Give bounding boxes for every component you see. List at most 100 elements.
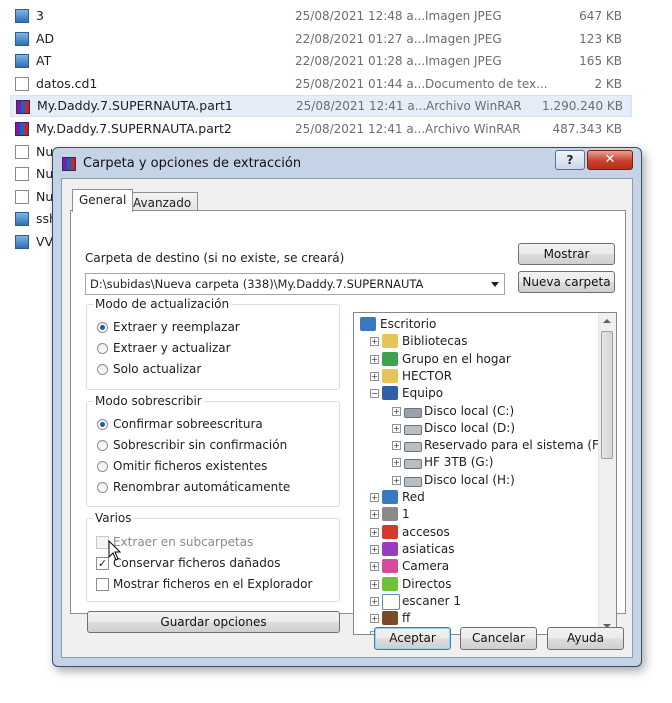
file-date: 25/08/2021 12:41 a...	[295, 122, 426, 136]
misc-checkbox-2[interactable]	[96, 578, 109, 591]
folder-tree[interactable]: Escritorio + Bibliotecas + Grupo en el hogar…	[353, 312, 617, 635]
overwrite-mode-title: Modo sobrescribir	[93, 394, 204, 408]
misc-option-label: Extraer en subcarpetas	[113, 535, 254, 549]
image-icon	[15, 9, 29, 23]
tab-general[interactable]: General	[72, 189, 134, 212]
file-name: My.Daddy.7.SUPERNAUTA.part2	[36, 121, 232, 136]
help-button[interactable]: Ayuda	[547, 627, 624, 650]
tree-item-label: Red	[402, 490, 425, 504]
file-row[interactable]: My.Daddy.7.SUPERNAUTA.part2 25/08/2021 12…	[10, 118, 630, 140]
save-options-button[interactable]: Guardar opciones	[87, 611, 340, 633]
image-icon	[15, 54, 29, 69]
expand-icon[interactable]: +	[370, 562, 379, 572]
update_mode-radio-2[interactable]	[97, 364, 108, 375]
overwrite_mode-radio-1[interactable]	[97, 440, 108, 451]
document-icon	[15, 144, 29, 159]
expand-icon[interactable]: +	[370, 544, 379, 554]
misc-group: Varios Extraer en subcarpetas ✓ Conservar …	[86, 511, 340, 602]
title-bar[interactable]: Carpeta y opciones de extracción ? ✕	[53, 148, 641, 178]
update_mode-radio-0[interactable]	[97, 322, 108, 333]
file-name: AD	[36, 30, 55, 46]
drive-icon	[404, 442, 422, 453]
tree-item-label: Directos	[402, 576, 452, 591]
tree-item-label: Disco local (H:)	[424, 472, 515, 487]
tree-scrollbar[interactable]	[598, 313, 616, 634]
expand-icon[interactable]: +	[370, 354, 379, 364]
file-row[interactable]: AT 22/08/2021 01:28 a... Imagen JPEG 165 KB	[10, 50, 630, 72]
update_mode-option-label[interactable]: Extraer y reemplazar	[113, 320, 240, 334]
tree-item-label: Camera	[402, 559, 450, 574]
overwrite_mode-radio-2[interactable]	[97, 461, 108, 472]
ok-button[interactable]: Aceptar	[374, 627, 451, 650]
file-name: 3	[36, 8, 44, 23]
expand-icon[interactable]: +	[370, 614, 379, 624]
expand-icon[interactable]: +	[392, 458, 401, 468]
expand-icon[interactable]: +	[370, 596, 379, 606]
expand-icon[interactable]: +	[370, 527, 379, 537]
show-button[interactable]: Mostrar	[518, 243, 615, 265]
misc-title: Varios	[93, 511, 134, 525]
file-type: Imagen JPEG	[425, 31, 502, 46]
tree-item-label: HF 3TB (G:)	[424, 455, 494, 470]
file-size: 1.290.240 KB	[542, 99, 623, 114]
overwrite_mode-option-label[interactable]: Confirmar sobreescritura	[113, 417, 263, 431]
winrar-icon	[16, 100, 30, 115]
file-name: datos.cd1	[36, 75, 98, 91]
expand-icon[interactable]: +	[392, 441, 401, 451]
file-icon	[382, 507, 398, 522]
cancel-button[interactable]: Cancelar	[460, 627, 537, 650]
expand-icon[interactable]: +	[392, 406, 401, 416]
drive-icon	[404, 424, 422, 435]
chevron-down-icon[interactable]	[491, 282, 499, 287]
expand-icon[interactable]: +	[392, 475, 401, 485]
folder-outline-icon	[382, 593, 400, 610]
file-name: VV	[36, 234, 54, 249]
file-row[interactable]: AD 22/08/2021 01:27 a... Imagen JPEG 123 KB	[10, 28, 630, 50]
file-date: 22/08/2021 01:27 a...	[295, 31, 426, 46]
close-button[interactable]: ✕	[587, 150, 633, 170]
file-name: Nu	[36, 143, 54, 159]
help-title-button[interactable]: ?	[555, 150, 585, 170]
file-size: 2 KB	[594, 76, 622, 91]
tree-item-label: escaner 1	[402, 593, 461, 608]
file-size: 647 KB	[579, 9, 622, 23]
tree-item-label: Reservado para el sistema (F:)	[424, 438, 607, 453]
overwrite_mode-option-label[interactable]: Sobrescribir sin confirmación	[113, 438, 287, 452]
overwrite_mode-radio-3[interactable]	[97, 482, 108, 493]
drive-icon	[404, 476, 422, 487]
tree-item-label: Equipo	[402, 386, 444, 401]
dialog-title: Carpeta y opciones de extracción	[83, 156, 302, 171]
misc-option-label[interactable]: Mostrar ficheros en el Explorador	[113, 577, 312, 591]
update_mode-option-label[interactable]: Extraer y actualizar	[113, 341, 231, 355]
misc-option-label[interactable]: Conservar ficheros dañados	[113, 556, 280, 570]
update-mode-title: Modo de actualización	[93, 297, 232, 311]
dialog-client: General Avanzado Carpeta de destino (si …	[61, 178, 633, 658]
system-drive-icon	[404, 407, 422, 418]
scroll-thumb[interactable]	[601, 331, 613, 459]
expand-icon[interactable]: +	[392, 423, 401, 433]
new-folder-button[interactable]: Nueva carpeta	[518, 271, 615, 293]
file-row[interactable]: 3 25/08/2021 12:48 a... Imagen JPEG 647 KB	[10, 5, 630, 27]
expand-icon[interactable]: +	[370, 493, 379, 502]
folder-green-icon	[382, 576, 398, 591]
expand-icon[interactable]: +	[370, 579, 379, 589]
winrar-icon	[15, 122, 29, 136]
overwrite_mode-option-label[interactable]: Renombrar automáticamente	[113, 480, 290, 494]
scroll-up-icon[interactable]	[603, 319, 611, 323]
tree-item-label: HECTOR	[402, 368, 453, 383]
expand-icon[interactable]: +	[370, 371, 379, 381]
collapse-icon[interactable]: −	[370, 389, 379, 399]
update_mode-option-label[interactable]: Solo actualizar	[113, 362, 201, 376]
file-row[interactable]: datos.cd1 25/08/2021 01:44 a... Documento …	[10, 73, 630, 95]
expand-icon[interactable]: +	[370, 337, 379, 347]
drive-icon	[404, 459, 422, 470]
update_mode-radio-1[interactable]	[97, 343, 108, 354]
dest-path-combo[interactable]: D:\subidas\Nueva carpeta (338)\My.Daddy.…	[85, 273, 505, 295]
expand-icon[interactable]: +	[370, 510, 379, 520]
overwrite_mode-option-label[interactable]: Omitir ficheros existentes	[113, 459, 267, 473]
mouse-cursor-icon	[108, 540, 122, 561]
file-row[interactable]: My.Daddy.7.SUPERNAUTA.part1 25/08/2021 12…	[10, 95, 632, 118]
overwrite_mode-radio-0[interactable]	[97, 419, 108, 430]
tree-item-label: Escritorio	[380, 317, 437, 331]
file-size: 123 KB	[579, 31, 622, 46]
